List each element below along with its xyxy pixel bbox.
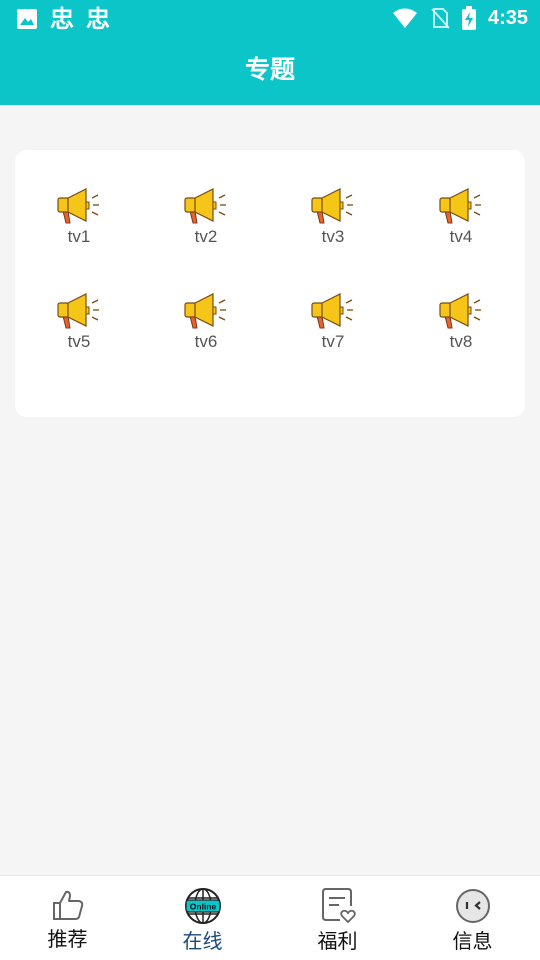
megaphone-icon	[184, 188, 226, 224]
no-sim-icon	[431, 8, 450, 29]
topic-label: tv3	[321, 227, 345, 246]
megaphone-icon	[311, 188, 353, 224]
bottom-nav: 推荐 Online 在线 福利 信息	[0, 875, 540, 960]
online-globe-icon: Online	[184, 888, 221, 924]
topic-item[interactable]: tv7	[283, 292, 383, 372]
thumbs-up-icon	[52, 890, 83, 920]
topics-card: tv1 tv2 tv3 tv4 tv5 tv6 tv7 tv8	[15, 150, 525, 417]
nav-label-online: 在线	[182, 929, 223, 953]
topic-label: tv7	[321, 332, 345, 351]
topic-item[interactable]: tv6	[156, 292, 256, 372]
nav-item-online[interactable]: Online 在线	[135, 876, 270, 960]
image-icon	[17, 9, 37, 29]
topic-label: tv2	[194, 227, 218, 246]
battery-charging-icon	[461, 6, 476, 30]
nav-item-benefits[interactable]: 福利	[270, 876, 405, 960]
topic-label: tv4	[449, 227, 473, 246]
wifi-icon	[392, 8, 417, 28]
topic-label: tv5	[67, 332, 91, 351]
topic-item[interactable]: tv5	[29, 292, 129, 372]
megaphone-icon	[439, 293, 481, 329]
megaphone-icon	[184, 293, 226, 329]
nav-label-benefits: 福利	[317, 929, 358, 953]
notification-app-icon-2: 忠	[86, 5, 110, 33]
megaphone-icon	[57, 188, 99, 224]
nav-label-info: 信息	[452, 929, 493, 953]
status-bar: 忠 忠 4:35	[0, 0, 540, 38]
megaphone-icon	[57, 293, 99, 329]
topic-item[interactable]: tv8	[411, 292, 511, 372]
online-badge-text: Online	[189, 902, 216, 912]
topic-item[interactable]: tv4	[411, 187, 511, 267]
nav-item-recommend[interactable]: 推荐	[0, 876, 135, 960]
topic-label: tv1	[67, 227, 91, 246]
nav-label-recommend: 推荐	[47, 927, 88, 951]
megaphone-icon	[439, 188, 481, 224]
topic-item[interactable]: tv2	[156, 187, 256, 267]
app-header: 忠 忠 4:35 专题	[0, 0, 540, 105]
status-bar-right: 4:35	[392, 6, 528, 30]
topic-label: tv6	[194, 332, 218, 351]
clock: 4:35	[487, 6, 528, 29]
megaphone-icon	[311, 293, 353, 329]
face-icon	[455, 889, 490, 923]
page-title: 专题	[244, 55, 295, 84]
notification-app-icon-1: 忠	[50, 5, 74, 33]
status-bar-left: 忠 忠	[16, 6, 110, 32]
topic-item[interactable]: tv1	[29, 187, 129, 267]
nav-item-info[interactable]: 信息	[405, 876, 540, 960]
topic-label: tv8	[449, 332, 473, 351]
topic-item[interactable]: tv3	[283, 187, 383, 267]
note-heart-icon	[321, 888, 356, 924]
